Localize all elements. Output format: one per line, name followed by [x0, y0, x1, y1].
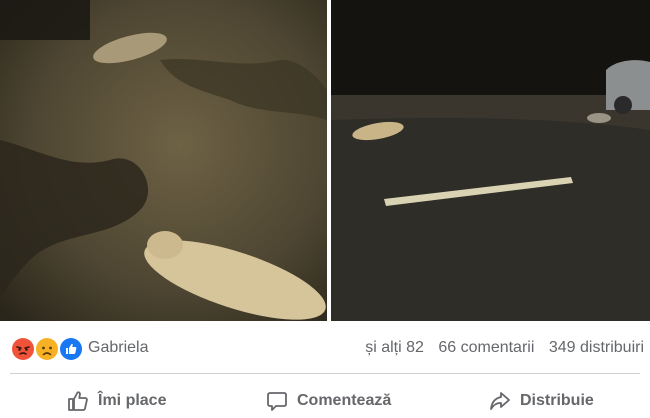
like-button[interactable]: Îmi place	[66, 386, 166, 416]
post-actions: Îmi place Comentează Distribuie	[0, 378, 650, 418]
share-button-label: Distribuie	[520, 392, 594, 409]
comment-icon	[267, 392, 287, 411]
sad-icon	[34, 336, 60, 362]
comment-button-label: Comentează	[297, 392, 392, 409]
photo-left[interactable]	[0, 0, 327, 321]
thumbs-up-icon	[68, 391, 88, 411]
divider	[10, 373, 640, 374]
like-button-label: Îmi place	[98, 392, 167, 409]
comments-count[interactable]: 66 comentarii	[438, 339, 534, 356]
share-icon	[490, 392, 510, 410]
photo-right[interactable]	[331, 0, 650, 321]
like-icon	[58, 336, 84, 362]
others-reactions-count[interactable]: și alți 82	[365, 339, 424, 356]
post-photos	[0, 0, 650, 323]
post-summary: Gabriela și alți 82 66 comentarii 349 di…	[0, 330, 650, 366]
post-stats: și alți 82 66 comentarii 349 distribuiri	[355, 339, 644, 357]
photo-right-image	[331, 0, 650, 321]
first-reactor-name[interactable]: Gabriela	[88, 339, 148, 357]
shares-count[interactable]: 349 distribuiri	[549, 339, 644, 356]
share-button[interactable]: Distribuie	[488, 386, 594, 416]
reaction-icons[interactable]	[10, 336, 90, 362]
comment-button[interactable]: Comentează	[265, 386, 391, 416]
angry-icon	[10, 336, 36, 362]
photo-left-image	[0, 0, 327, 321]
